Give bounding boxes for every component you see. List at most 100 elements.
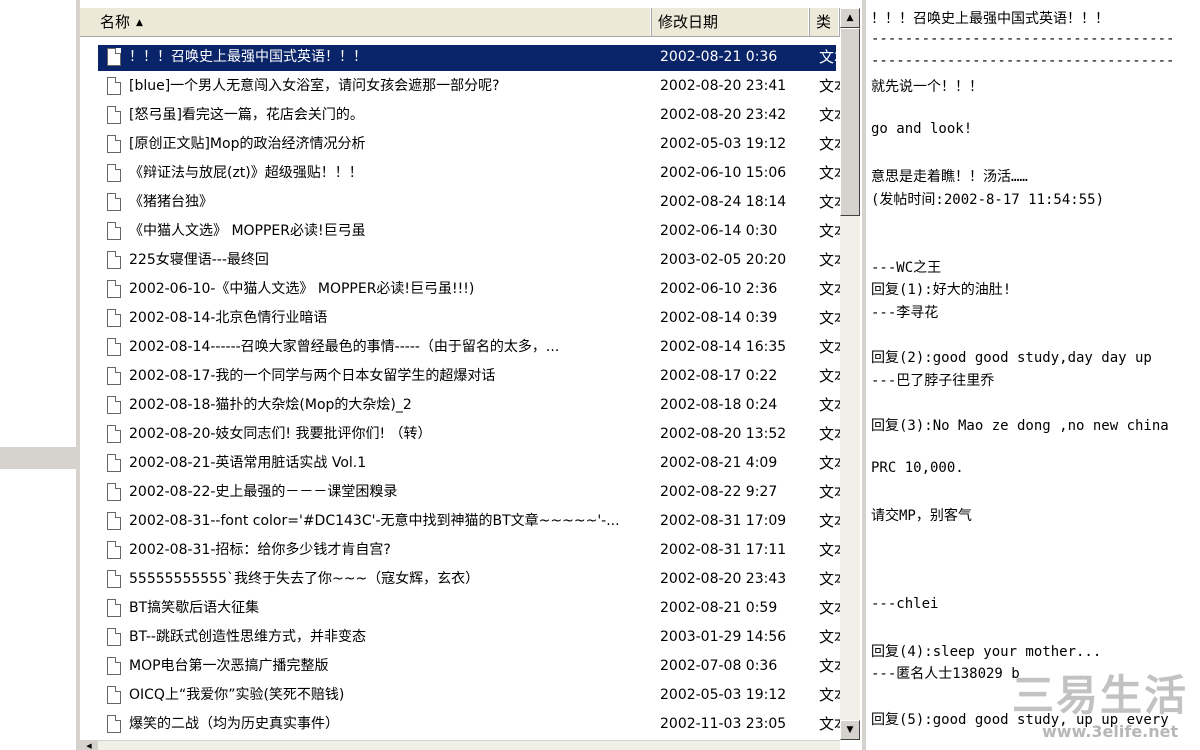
scroll-down-icon: ▼ xyxy=(846,725,854,735)
file-row[interactable]: ！！！召唤史上最强中国式英语！！！ 2002-08-21 0:36 文本 xyxy=(80,44,841,71)
vertical-scrollbar[interactable]: ▲ ▼ xyxy=(840,8,860,740)
file-name: 《中猫人文选》 MOPPER必读!巨弓虽 xyxy=(129,223,366,239)
scroll-thumb[interactable] xyxy=(840,28,860,216)
column-header-date[interactable]: 修改日期 xyxy=(652,8,810,36)
file-list: 名称 ▲ 修改日期 类型 ！！！召唤史上最强中国式英语！！！ 2002-08-21 … xyxy=(80,0,862,750)
file-row[interactable]: 《猪猪台独》 2002-08-24 18:14 文本 xyxy=(80,189,841,216)
file-name: 《辩证法与放屁(zt)》超级强贴！！！ xyxy=(129,165,363,181)
text-file-icon xyxy=(107,396,121,414)
file-modified-date: 2002-06-10 15:06 xyxy=(660,165,787,181)
preview-line: ---李寻花 xyxy=(871,304,939,321)
file-row[interactable]: 2002-08-31--font color='#DC143C'-无意中找到神猫… xyxy=(80,508,841,535)
file-type: 文本 xyxy=(819,657,841,675)
file-name: [原创正文贴]Mop的政治经济情况分析 xyxy=(129,136,366,152)
file-row[interactable]: 2002-08-20-妓女同志们! 我要批评你们! （转） 2002-08-20 … xyxy=(80,421,841,448)
file-name: 《猪猪台独》 xyxy=(129,194,213,210)
file-type: 文本 xyxy=(819,628,841,646)
file-modified-date: 2002-08-20 13:52 xyxy=(660,426,787,442)
scroll-left-icon: ◀ xyxy=(86,742,92,750)
file-row[interactable]: [blue]一个男人无意闯入女浴室，请问女孩会遮那一部分呢? 2002-08-20… xyxy=(80,73,841,100)
preview-line: (发帖时间:2002-8-17 11:54:55) xyxy=(871,191,1105,208)
preview-line: ---巴了脖子往里乔 xyxy=(871,372,995,389)
preview-line: ！！！召唤史上最强中国式英语！！！ xyxy=(871,11,1109,27)
folder-pane-splitter[interactable] xyxy=(0,447,80,469)
file-name: MOP电台第一次恶搞广播完整版 xyxy=(129,658,329,674)
horizontal-scrollbar[interactable]: ◀ xyxy=(80,740,840,750)
column-header-type[interactable]: 类型 xyxy=(810,8,840,36)
file-type: 文本 xyxy=(819,280,841,298)
file-type: 文本 xyxy=(819,106,841,124)
file-row[interactable]: 《中猫人文选》 MOPPER必读!巨弓虽 2002-06-14 0:30 文本 xyxy=(80,218,841,245)
preview-line: ---匿名人士138029 b xyxy=(871,666,1020,683)
file-row[interactable]: OICQ上“我爱你”实验(笑死不赔钱) 2002-05-03 19:12 文本 xyxy=(80,682,841,709)
column-header-type-label: 类型 xyxy=(816,13,832,31)
file-row[interactable]: 55555555555`我终于失去了你~~~（寇女辉，玄衣） 2002-08-20… xyxy=(80,566,841,593)
file-row[interactable]: [怒弓虽]看完这一篇，花店会关门的。 2002-08-20 23:42 文本 xyxy=(80,102,841,129)
file-row[interactable]: 2002-08-22-史上最强的－－－课堂困糗录 2002-08-22 9:27 文… xyxy=(80,479,841,506)
preview-line: 就先说一个！！！ xyxy=(871,78,983,95)
file-row[interactable]: 《辩证法与放屁(zt)》超级强贴！！！ 2002-06-10 15:06 文本 xyxy=(80,160,841,187)
file-type: 文本 xyxy=(819,454,841,472)
text-file-icon xyxy=(107,628,121,646)
file-name: 55555555555`我终于失去了你~~~（寇女辉，玄衣） xyxy=(129,571,480,587)
text-file-icon xyxy=(107,135,121,153)
file-name: OICQ上“我爱你”实验(笑死不赔钱) xyxy=(129,687,345,703)
text-file-icon xyxy=(107,483,121,501)
preview-line: PRC 10,000. xyxy=(871,460,964,476)
file-row[interactable]: 2002-08-14------召唤大家曾经最色的事情-----（由于留名的太多… xyxy=(80,334,841,361)
file-name: 225女寝俚语---最终回 xyxy=(129,252,269,268)
file-row[interactable]: 2002-08-14-北京色情行业暗语 2002-08-14 0:39 文本 xyxy=(80,305,841,332)
scroll-down-button[interactable]: ▼ xyxy=(840,720,860,740)
text-file-icon xyxy=(107,367,121,385)
file-modified-date: 2002-08-21 0:36 xyxy=(660,49,778,65)
file-row[interactable]: [原创正文贴]Mop的政治经济情况分析 2002-05-03 19:12 文本 xyxy=(80,131,841,158)
file-type: 文本 xyxy=(819,48,841,66)
preview-line: go and look! xyxy=(871,121,973,137)
file-name: 2002-08-20-妓女同志们! 我要批评你们! （转） xyxy=(129,426,432,442)
file-modified-date: 2003-02-05 20:20 xyxy=(660,252,787,268)
file-type: 文本 xyxy=(819,512,841,530)
column-header-name[interactable]: 名称 ▲ xyxy=(80,8,652,36)
file-row[interactable]: 2002-08-31-招标：给你多少钱才肯自宫? 2002-08-31 17:11… xyxy=(80,537,841,564)
watermark-logo-text: 三易生活 xyxy=(1012,671,1189,720)
file-name: [怒弓虽]看完这一篇，花店会关门的。 xyxy=(129,107,364,123)
file-modified-date: 2002-08-31 17:09 xyxy=(660,513,787,529)
file-row[interactable]: MOP电台第一次恶搞广播完整版 2002-07-08 0:36 文本 xyxy=(80,653,841,680)
text-file-icon xyxy=(107,715,121,733)
folder-pane xyxy=(0,0,80,750)
file-row[interactable]: 爆笑的二战（均为历史真实事件） 2002-11-03 23:05 文本 xyxy=(80,711,841,738)
column-header-date-label: 修改日期 xyxy=(658,13,719,31)
file-modified-date: 2002-05-03 19:12 xyxy=(660,687,787,703)
file-type: 文本 xyxy=(819,686,841,704)
scroll-up-button[interactable]: ▲ xyxy=(840,8,860,28)
file-name: 2002-06-10-《中猫人文选》 MOPPER必读!巨弓虽!!!) xyxy=(129,281,475,297)
text-file-icon xyxy=(107,280,121,298)
file-row[interactable]: BT--跳跃式创造性思维方式，并非变态 2003-01-29 14:56 文本 xyxy=(80,624,841,651)
text-file-icon xyxy=(107,541,121,559)
file-modified-date: 2002-06-10 2:36 xyxy=(660,281,778,297)
preview-line: ---WC之王 xyxy=(871,259,942,276)
file-row[interactable]: 2002-08-17-我的一个同学与两个日本女留学生的超爆对话 2002-08-1… xyxy=(80,363,841,390)
file-modified-date: 2002-08-17 0:22 xyxy=(660,368,778,384)
file-row[interactable]: BT搞笑歇后语大征集 2002-08-21 0:59 文本 xyxy=(80,595,841,622)
text-file-icon xyxy=(107,570,121,588)
file-modified-date: 2002-08-21 4:09 xyxy=(660,455,778,471)
file-row[interactable]: 2002-08-21-英语常用脏话实战 Vol.1 2002-08-21 4:09… xyxy=(80,450,841,477)
file-modified-date: 2002-08-14 0:39 xyxy=(660,310,778,326)
file-type: 文本 xyxy=(819,164,841,182)
file-name: ！！！召唤史上最强中国式英语！！！ xyxy=(129,49,367,65)
sort-ascending-icon: ▲ xyxy=(136,17,143,28)
file-row[interactable]: 2002-06-10-《中猫人文选》 MOPPER必读!巨弓虽!!!) 2002-… xyxy=(80,276,841,303)
text-preview-pane[interactable]: ！！！召唤史上最强中国式英语！！！ -----------------------… xyxy=(866,0,1200,750)
column-header-name-label: 名称 xyxy=(100,13,131,31)
text-file-icon xyxy=(107,251,121,269)
file-row[interactable]: 2002-08-18-猫扑的大杂烩(Mop的大杂烩)_2 2002-08-18 0… xyxy=(80,392,841,419)
file-modified-date: 2002-08-20 23:42 xyxy=(660,107,787,123)
scroll-up-icon: ▲ xyxy=(846,13,854,23)
file-row[interactable]: 225女寝俚语---最终回 2003-02-05 20:20 文本 xyxy=(80,247,841,274)
text-file-icon xyxy=(107,686,121,704)
preview-line: 请交MP，别客气 xyxy=(871,508,972,525)
file-modified-date: 2002-08-24 18:14 xyxy=(660,194,787,210)
scroll-left-button[interactable]: ◀ xyxy=(80,741,98,750)
preview-line: 回复(1):好大的油肚! xyxy=(871,282,1012,299)
